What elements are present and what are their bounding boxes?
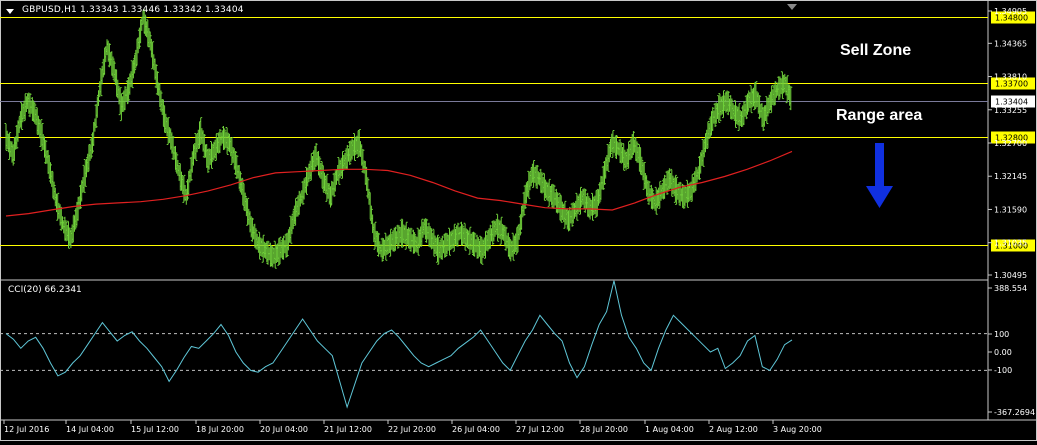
cci-tick-label-0: 388.554 xyxy=(994,284,1027,293)
cci-level-lines xyxy=(0,333,988,371)
cci-tick-label-3: -100 xyxy=(994,366,1012,375)
price-tick-label-8: 1.30495 xyxy=(994,271,1027,280)
time-label-8: 27 Jul 12:00 xyxy=(516,425,564,434)
time-label-4: 20 Jul 04:00 xyxy=(260,425,308,434)
sell-zone-label: Sell Zone xyxy=(840,42,912,59)
price-tick-label-5: 1.32145 xyxy=(994,172,1027,181)
price-series xyxy=(4,9,793,269)
price-chart[interactable]: 1.348001.337001.328001.310001.33404 1.34… xyxy=(0,0,1037,441)
chart-menu-icon[interactable] xyxy=(6,9,14,14)
price-tick-label-7: 1.31035 xyxy=(994,239,1027,248)
time-label-7: 26 Jul 04:00 xyxy=(452,425,500,434)
cci-tick-label-2: 0.00 xyxy=(994,348,1012,357)
scroll-marker-icon[interactable] xyxy=(787,4,797,10)
time-label-5: 21 Jul 12:00 xyxy=(324,425,372,434)
time-label-12: 3 Aug 20:00 xyxy=(773,425,822,434)
price-bars xyxy=(4,9,793,269)
price-tick-label-2: 1.33810 xyxy=(994,73,1027,82)
time-label-9: 28 Jul 20:00 xyxy=(580,425,628,434)
price-tick-label-4: 1.32700 xyxy=(994,139,1027,148)
cci-label: CCI(20) 66.2341 xyxy=(8,285,82,295)
time-label-2: 15 Jul 12:00 xyxy=(131,425,179,434)
cci-tick-label-4: -367.2694 xyxy=(994,408,1035,417)
range-area-label: Range area xyxy=(836,107,923,124)
time-label-0: 12 Jul 2016 xyxy=(4,425,49,434)
price-tick-label-1: 1.34365 xyxy=(994,39,1027,48)
time-label-3: 18 Jul 20:00 xyxy=(196,425,244,434)
price-tick-label-0: 1.34905 xyxy=(994,7,1027,16)
price-axis: 1.34905 1.34365 1.33810 1.33255 1.32700 1.321… xyxy=(988,7,1027,280)
time-label-6: 22 Jul 20:00 xyxy=(388,425,436,434)
time-label-11: 2 Aug 12:00 xyxy=(709,425,758,434)
chart-window[interactable]: 1.34800 1.33700 1.32800 1.31000 1.33404 1.34… xyxy=(0,0,1037,441)
cci-series xyxy=(5,280,793,409)
cci-axis: 388.554 100 0.00 -100 -367.2694 xyxy=(988,284,1035,417)
price-tick-label-6: 1.31590 xyxy=(994,205,1027,214)
time-axis: 12 Jul 2016 14 Jul 04:00 15 Jul 12:00 18 Ju… xyxy=(3,420,822,434)
time-label-1: 14 Jul 04:00 xyxy=(66,425,114,434)
arrow-down-icon xyxy=(866,143,893,208)
time-label-10: 1 Aug 04:00 xyxy=(645,425,694,434)
price-tick-label-3: 1.33255 xyxy=(994,106,1027,115)
symbol-info: GBPUSD,H1 1.33343 1.33446 1.33342 1.3340… xyxy=(22,5,244,15)
chart-frame xyxy=(0,0,1037,441)
cci-tick-label-1: 100 xyxy=(994,330,1009,339)
cci-line xyxy=(5,280,793,409)
